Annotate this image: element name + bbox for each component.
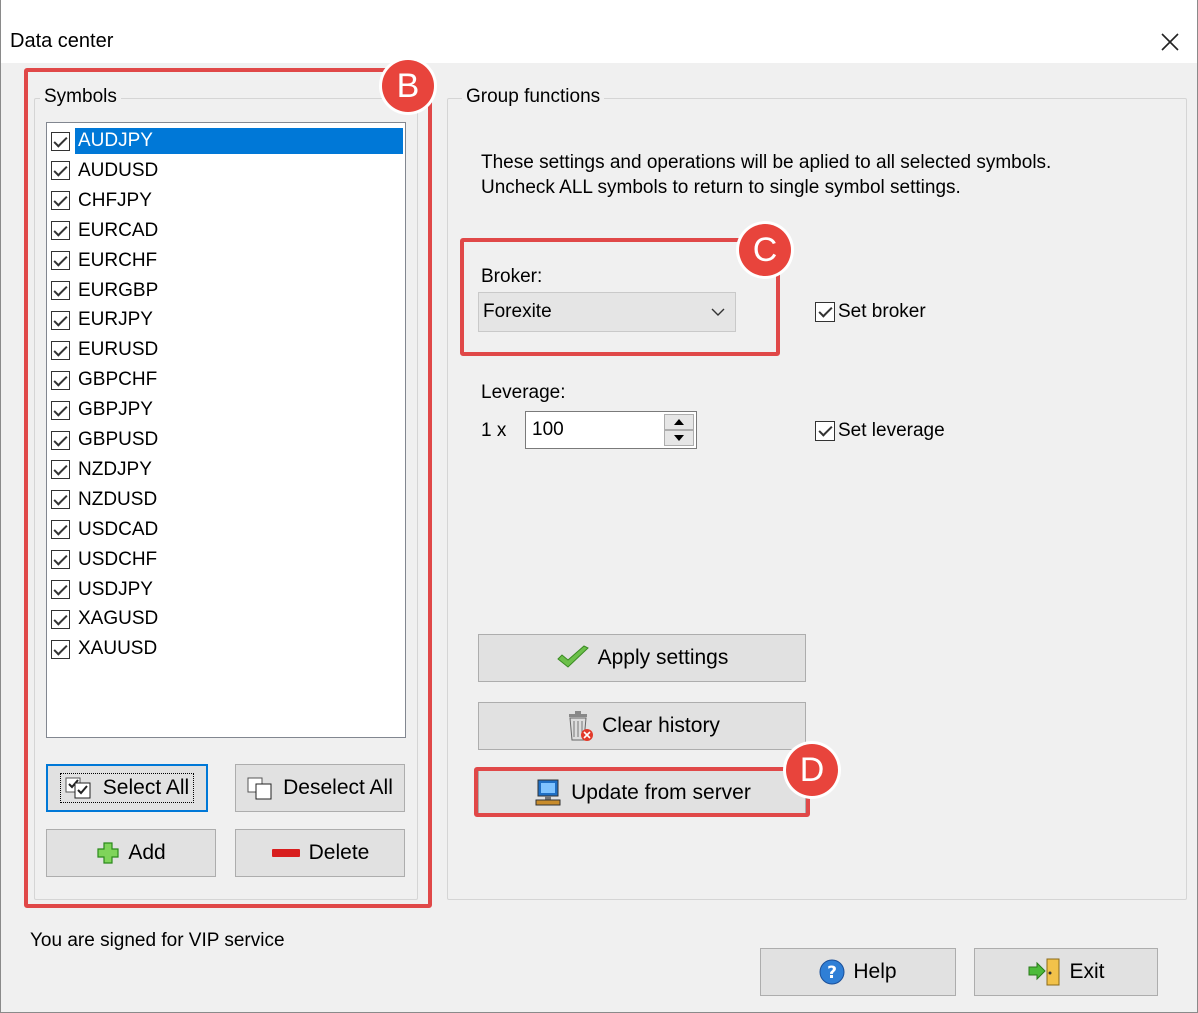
spin-up-button[interactable] (664, 414, 694, 430)
callout-d-box (474, 767, 810, 817)
help-icon: ? (819, 959, 845, 985)
clear-history-button[interactable]: Clear history (478, 702, 806, 750)
exit-icon (1027, 957, 1061, 987)
status-text: You are signed for VIP service (30, 930, 285, 951)
set-leverage-check-icon (815, 421, 835, 441)
description-line-1: These settings and operations will be ap… (481, 152, 1052, 173)
triangle-up-icon (674, 419, 684, 425)
close-icon (1161, 33, 1179, 51)
leverage-spinner[interactable]: 100 (525, 411, 697, 449)
set-leverage-label: Set leverage (838, 420, 945, 441)
title-bar (0, 0, 1198, 64)
callout-c-box (460, 238, 780, 356)
callout-b-box (24, 68, 432, 908)
group-functions-legend: Group functions (462, 86, 605, 108)
close-button[interactable] (1150, 22, 1190, 62)
apply-settings-label: Apply settings (597, 646, 729, 669)
callout-b-badge: B (382, 60, 434, 112)
exit-label: Exit (1069, 960, 1105, 983)
callout-c-badge: C (739, 224, 791, 276)
help-button[interactable]: ? Help (760, 948, 956, 996)
leverage-value: 100 (532, 419, 564, 440)
checkmark-icon (556, 645, 590, 671)
leverage-label: Leverage: (481, 382, 566, 403)
group-description: These settings and operations will be ap… (481, 150, 1051, 200)
set-broker-checkbox[interactable]: Set broker (815, 301, 926, 323)
help-label: Help (853, 960, 897, 983)
set-broker-check-icon (815, 302, 835, 322)
callout-d-badge: D (786, 744, 838, 796)
description-line-2: Uncheck ALL symbols to return to single … (481, 177, 961, 198)
apply-settings-button[interactable]: Apply settings (478, 634, 806, 682)
leverage-prefix: 1 x (481, 420, 507, 441)
clear-history-label: Clear history (602, 714, 720, 737)
svg-text:?: ? (827, 963, 837, 983)
trash-icon (564, 710, 594, 742)
exit-button[interactable]: Exit (974, 948, 1158, 996)
spin-down-button[interactable] (664, 430, 694, 446)
window-title: Data center (10, 30, 114, 52)
triangle-down-icon (674, 435, 684, 441)
set-broker-label: Set broker (838, 301, 926, 322)
set-leverage-checkbox[interactable]: Set leverage (815, 420, 945, 442)
